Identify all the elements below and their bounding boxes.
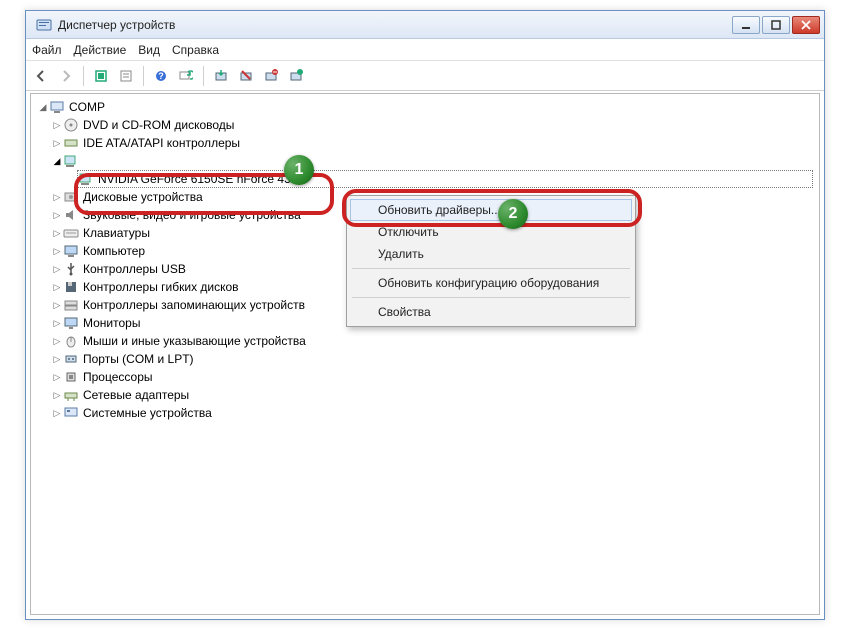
device-manager-window: Диспетчер устройств Файл Действие Вид Сп…	[25, 10, 825, 620]
expand-icon[interactable]: ▷	[51, 206, 63, 224]
collapse-icon[interactable]: ◢	[37, 98, 49, 116]
menu-help[interactable]: Справка	[172, 43, 219, 57]
expand-icon[interactable]: ▷	[51, 296, 63, 314]
node-label: Контроллеры гибких дисков	[83, 278, 239, 296]
expand-icon[interactable]: ▷	[51, 278, 63, 296]
annotation-badge-2: 2	[498, 199, 528, 229]
context-menu: Обновить драйверы... Отключить Удалить О…	[346, 195, 636, 327]
disk-icon	[63, 189, 79, 205]
expand-icon[interactable]: ▷	[51, 242, 63, 260]
storage-icon	[63, 297, 79, 313]
back-button[interactable]	[30, 65, 52, 87]
tree-node-ide[interactable]: ▷ IDE ATA/ATAPI контроллеры	[51, 134, 813, 152]
disable-icon[interactable]	[260, 65, 282, 87]
disc-icon	[63, 117, 79, 133]
close-button[interactable]	[792, 16, 820, 34]
expand-icon[interactable]: ▷	[51, 368, 63, 386]
computer-icon	[49, 99, 65, 115]
port-icon	[63, 351, 79, 367]
node-label: Компьютер	[83, 242, 145, 260]
enable-icon[interactable]	[285, 65, 307, 87]
node-label: Порты (COM и LPT)	[83, 350, 194, 368]
expand-icon[interactable]: ▷	[51, 386, 63, 404]
node-label: Дисковые устройства	[83, 188, 203, 206]
tree-node-network[interactable]: ▷ Сетевые адаптеры	[51, 386, 813, 404]
properties-button[interactable]	[115, 65, 137, 87]
node-label: Контроллеры запоминающих устройств	[83, 296, 305, 314]
ctx-refresh-config[interactable]: Обновить конфигурацию оборудования	[350, 272, 632, 294]
expand-icon[interactable]: ▷	[51, 314, 63, 332]
ctx-update-drivers[interactable]: Обновить драйверы...	[350, 199, 632, 221]
expand-icon[interactable]: ▷	[51, 260, 63, 278]
help-icon[interactable]: ?	[150, 65, 172, 87]
tree-node-video[interactable]: ◢ Видеоадаптеры	[51, 152, 813, 170]
display-adapter-icon	[63, 153, 79, 169]
expand-icon[interactable]: ▷	[51, 224, 63, 242]
titlebar: Диспетчер устройств	[26, 11, 824, 39]
window-buttons	[730, 16, 820, 34]
node-label: Сетевые адаптеры	[83, 386, 189, 404]
monitor-icon	[63, 315, 79, 331]
device-tree-panel: ◢ COMP ▷ DVD и CD-ROM дисководы ▷ IDE AT…	[30, 93, 820, 615]
device-label: NVIDIA GeForce 6150SE nForce 430	[98, 170, 297, 188]
svg-text:?: ?	[158, 71, 164, 81]
mouse-icon	[63, 333, 79, 349]
expand-icon[interactable]: ▷	[51, 134, 63, 152]
collapse-icon[interactable]: ◢	[51, 152, 63, 170]
scan-button[interactable]	[175, 65, 197, 87]
expand-icon[interactable]: ▷	[51, 404, 63, 422]
controller-icon	[63, 135, 79, 151]
ctx-properties[interactable]: Свойства	[350, 301, 632, 323]
node-label: Контроллеры USB	[83, 260, 186, 278]
app-icon	[36, 17, 52, 33]
tree-node-selected-device[interactable]: NVIDIA GeForce 6150SE nForce 430	[77, 170, 813, 188]
usb-icon	[63, 261, 79, 277]
node-label: Звуковые, видео и игровые устройства	[83, 206, 301, 224]
node-label: IDE ATA/ATAPI контроллеры	[83, 134, 240, 152]
expand-icon[interactable]: ▷	[51, 350, 63, 368]
menu-action[interactable]: Действие	[74, 43, 127, 57]
tree-root[interactable]: ◢ COMP	[37, 98, 813, 116]
cpu-icon	[63, 369, 79, 385]
ctx-disable[interactable]: Отключить	[350, 221, 632, 243]
floppy-icon	[63, 279, 79, 295]
minimize-button[interactable]	[732, 16, 760, 34]
tree-node-ports[interactable]: ▷ Порты (COM и LPT)	[51, 350, 813, 368]
node-label: DVD и CD-ROM дисководы	[83, 116, 234, 134]
expand-icon[interactable]: ▷	[51, 116, 63, 134]
node-label: Системные устройства	[83, 404, 212, 422]
root-label: COMP	[69, 98, 105, 116]
update-driver-icon[interactable]	[210, 65, 232, 87]
toolbar: ?	[26, 61, 824, 91]
node-label: Мониторы	[83, 314, 140, 332]
expand-icon[interactable]: ▷	[51, 188, 63, 206]
tree-node-mouse[interactable]: ▷ Мыши и иные указывающие устройства	[51, 332, 813, 350]
tree-node-system[interactable]: ▷ Системные устройства	[51, 404, 813, 422]
monitor-icon	[63, 243, 79, 259]
network-icon	[63, 387, 79, 403]
forward-button[interactable]	[55, 65, 77, 87]
system-icon	[63, 405, 79, 421]
menubar: Файл Действие Вид Справка	[26, 39, 824, 61]
menu-separator	[352, 268, 630, 269]
annotation-badge-1: 1	[284, 155, 314, 185]
node-label: Клавиатуры	[83, 224, 150, 242]
tree-node-dvd[interactable]: ▷ DVD и CD-ROM дисководы	[51, 116, 813, 134]
sound-icon	[63, 207, 79, 223]
tree-node-cpu[interactable]: ▷ Процессоры	[51, 368, 813, 386]
menu-separator	[352, 297, 630, 298]
expand-icon[interactable]: ▷	[51, 332, 63, 350]
maximize-button[interactable]	[762, 16, 790, 34]
menu-view[interactable]: Вид	[138, 43, 160, 57]
keyboard-icon	[63, 225, 79, 241]
window-title: Диспетчер устройств	[58, 18, 730, 32]
node-label: Процессоры	[83, 368, 153, 386]
ctx-remove[interactable]: Удалить	[350, 243, 632, 265]
menu-file[interactable]: Файл	[32, 43, 62, 57]
display-adapter-icon	[78, 171, 94, 187]
uninstall-icon[interactable]	[235, 65, 257, 87]
node-label: Мыши и иные указывающие устройства	[83, 332, 306, 350]
show-hidden-button[interactable]	[90, 65, 112, 87]
